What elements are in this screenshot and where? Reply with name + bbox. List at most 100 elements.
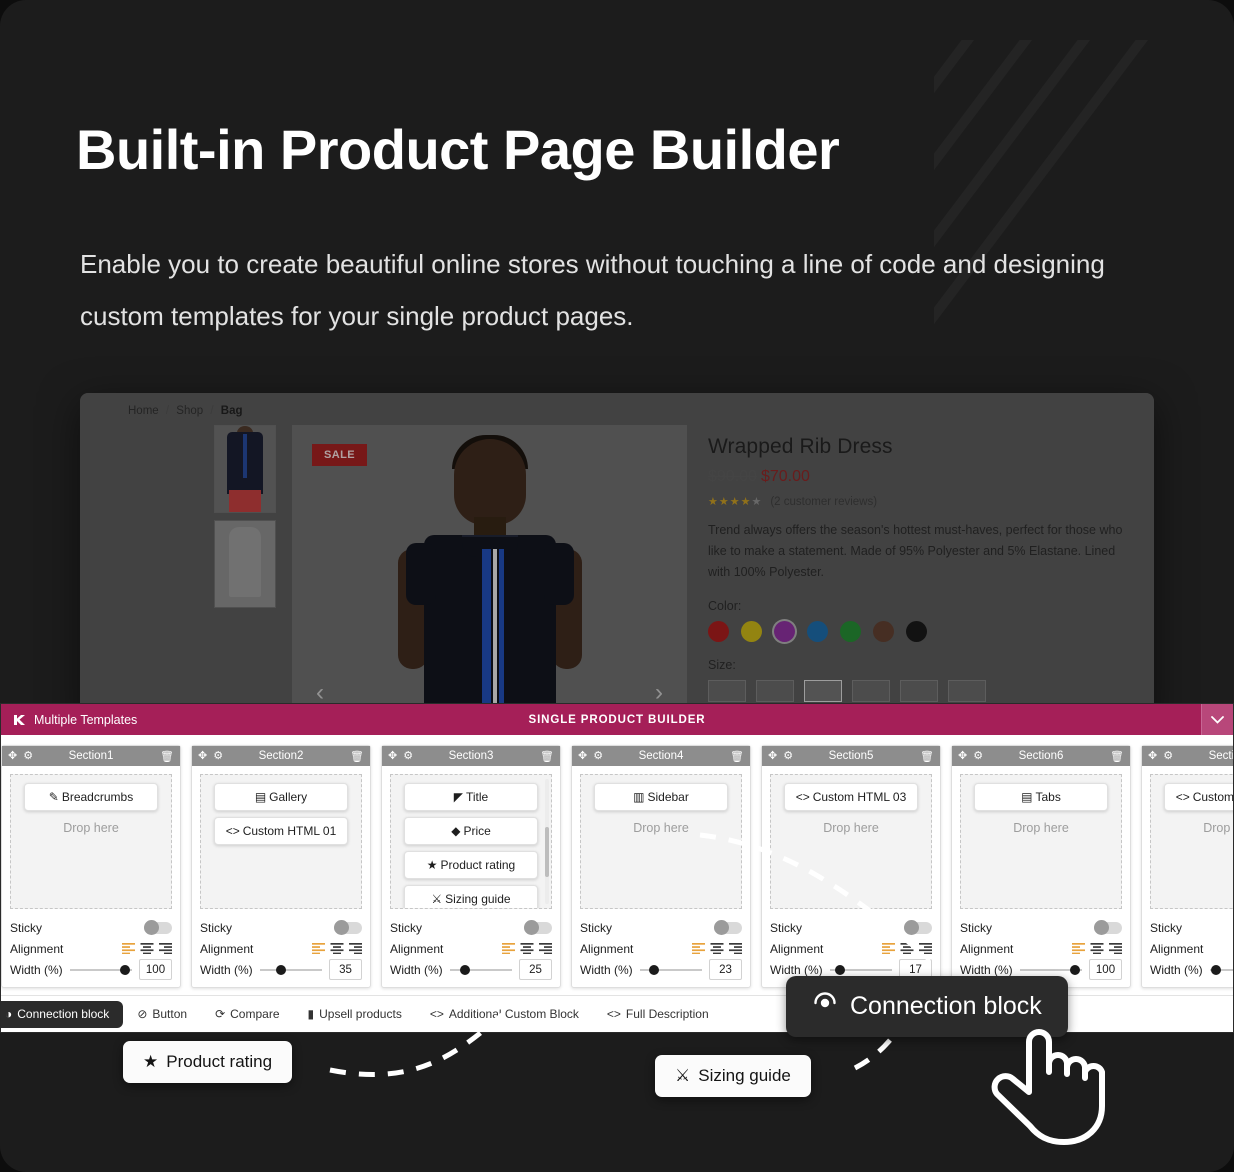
align-center-icon[interactable] — [140, 943, 154, 954]
width-slider[interactable] — [639, 964, 702, 976]
gear-icon[interactable]: ⚙ — [403, 750, 413, 762]
section-card[interactable]: ✥ ⚙ Section5 🗑 Drop here <> Custom HTML 0… — [761, 745, 941, 988]
sticky-toggle[interactable] — [1094, 919, 1122, 935]
align-left-icon[interactable] — [502, 943, 516, 954]
size-option[interactable] — [756, 680, 794, 702]
move-icon[interactable]: ✥ — [8, 750, 17, 762]
prev-image-arrow[interactable]: ‹ — [316, 681, 324, 705]
drop-zone[interactable]: Drop here <>Custom HTML 04 — [1150, 774, 1233, 909]
drop-zone[interactable]: Drop here ▤ Tabs — [960, 774, 1122, 909]
gear-icon[interactable]: ⚙ — [973, 750, 983, 762]
delete-icon[interactable]: 🗑 — [350, 750, 364, 763]
gear-icon[interactable]: ⚙ — [593, 750, 603, 762]
color-swatch[interactable] — [873, 621, 894, 642]
drop-zone[interactable]: Drop here ✎ Breadcrumbs — [10, 774, 172, 909]
width-slider[interactable] — [449, 964, 512, 976]
color-swatch[interactable] — [741, 621, 762, 642]
delete-icon[interactable]: 🗑 — [1110, 750, 1124, 763]
align-right-icon[interactable] — [538, 943, 552, 954]
width-slider[interactable] — [1019, 964, 1082, 976]
next-image-arrow[interactable]: › — [655, 681, 663, 705]
block-tab[interactable]: <> Additional Custom Block — [416, 996, 593, 1032]
align-right-icon[interactable] — [348, 943, 362, 954]
sticky-toggle[interactable] — [524, 919, 552, 935]
width-slider[interactable] — [69, 964, 132, 976]
delete-icon[interactable]: 🗑 — [160, 750, 174, 763]
gear-icon[interactable]: ⚙ — [1163, 750, 1173, 762]
block-tab[interactable]: ▮ Upsell products — [294, 996, 416, 1032]
builder-block[interactable]: ◆ Price — [403, 817, 539, 845]
builder-block[interactable]: ⚔ Sizing guide — [403, 885, 539, 908]
section-card[interactable]: ✥ ⚙ Section7 🗑 Drop here <>Custom HTML 0… — [1141, 745, 1233, 988]
gallery-thumbnails[interactable] — [214, 425, 276, 615]
align-right-icon[interactable] — [158, 943, 172, 954]
size-option[interactable] — [852, 680, 890, 702]
scrollbar[interactable] — [545, 779, 549, 904]
align-right-icon[interactable] — [728, 943, 742, 954]
builder-block[interactable]: ▤ Tabs — [973, 783, 1109, 811]
breadcrumb-shop[interactable]: Shop — [176, 405, 203, 417]
delete-icon[interactable]: 🗑 — [540, 750, 554, 763]
move-icon[interactable]: ✥ — [958, 750, 967, 762]
gear-icon[interactable]: ⚙ — [783, 750, 793, 762]
drop-zone[interactable]: Drop here ▤Gallery <>Custom HTML 01 — [200, 774, 362, 909]
section-card[interactable]: ✥ ⚙ Section6 🗑 Drop here ▤ Tabs Sticky Al… — [951, 745, 1131, 988]
block-tab[interactable]: <> Full Description — [593, 996, 723, 1032]
alignment-buttons[interactable] — [502, 943, 552, 954]
size-option[interactable] — [900, 680, 938, 702]
drop-zone[interactable]: Drop here ▥ Sidebar — [580, 774, 742, 909]
size-options[interactable] — [708, 680, 1138, 702]
align-center-icon[interactable] — [520, 943, 534, 954]
align-left-icon[interactable] — [1072, 943, 1086, 954]
chevron-down-icon[interactable] — [1201, 704, 1233, 735]
builder-block[interactable]: ▤ Gallery — [213, 783, 349, 811]
builder-block[interactable]: ▥ Sidebar — [593, 783, 729, 811]
thumbnail-2[interactable] — [214, 520, 276, 608]
move-icon[interactable]: ✥ — [198, 750, 207, 762]
block-tab[interactable]: ⊘ Button — [123, 996, 201, 1032]
width-slider[interactable] — [1209, 964, 1233, 976]
builder-block[interactable]: ★ Product rating — [403, 851, 539, 879]
width-value[interactable]: 25 — [519, 959, 552, 980]
move-icon[interactable]: ✥ — [1148, 750, 1157, 762]
builder-block[interactable]: <> Custom HTML 01 — [213, 817, 349, 845]
drop-zone[interactable]: Drop here <> Custom HTML 03 — [770, 774, 932, 909]
sticky-toggle[interactable] — [904, 919, 932, 935]
builder-block[interactable]: ✎ Breadcrumbs — [23, 783, 159, 811]
sticky-toggle[interactable] — [334, 919, 362, 935]
move-icon[interactable]: ✥ — [768, 750, 777, 762]
align-left-icon[interactable] — [882, 943, 896, 954]
alignment-buttons[interactable] — [312, 943, 362, 954]
align-left-icon[interactable] — [312, 943, 326, 954]
sticky-toggle[interactable] — [144, 919, 172, 935]
size-option[interactable] — [708, 680, 746, 702]
align-right-icon[interactable] — [1108, 943, 1122, 954]
align-left-icon[interactable] — [122, 943, 136, 954]
align-center-icon[interactable] — [900, 943, 914, 954]
color-swatch[interactable] — [906, 621, 927, 642]
delete-icon[interactable]: 🗑 — [920, 750, 934, 763]
builder-block[interactable]: <> Custom HTML 03 — [783, 783, 919, 811]
alignment-buttons[interactable] — [122, 943, 172, 954]
section-card[interactable]: ✥ ⚙ Section4 🗑 Drop here ▥ Sidebar Sticky… — [571, 745, 751, 988]
width-value[interactable]: 100 — [139, 959, 172, 980]
color-swatch-selected[interactable] — [774, 621, 795, 642]
size-option-selected[interactable] — [804, 680, 842, 702]
color-swatches[interactable] — [708, 621, 1138, 642]
thumbnail-1[interactable] — [214, 425, 276, 513]
builder-block[interactable]: ◤ Title — [403, 783, 539, 811]
move-icon[interactable]: ✥ — [578, 750, 587, 762]
section-card[interactable]: ✥ ⚙ Section2 🗑 Drop here ▤Gallery <>Cust… — [191, 745, 371, 988]
breadcrumb-home[interactable]: Home — [128, 405, 159, 417]
block-tab[interactable]: ⟳ Compare — [201, 996, 293, 1032]
move-icon[interactable]: ✥ — [388, 750, 397, 762]
width-slider[interactable] — [259, 964, 322, 976]
align-left-icon[interactable] — [692, 943, 706, 954]
sticky-toggle[interactable] — [714, 919, 742, 935]
align-center-icon[interactable] — [330, 943, 344, 954]
size-option[interactable] — [948, 680, 986, 702]
width-value[interactable]: 23 — [709, 959, 742, 980]
builder-block[interactable]: <>Custom HTML 04 — [1163, 783, 1233, 811]
width-value[interactable]: 100 — [1089, 959, 1122, 980]
block-tab[interactable]: ◑ Connection block — [1, 1000, 124, 1028]
